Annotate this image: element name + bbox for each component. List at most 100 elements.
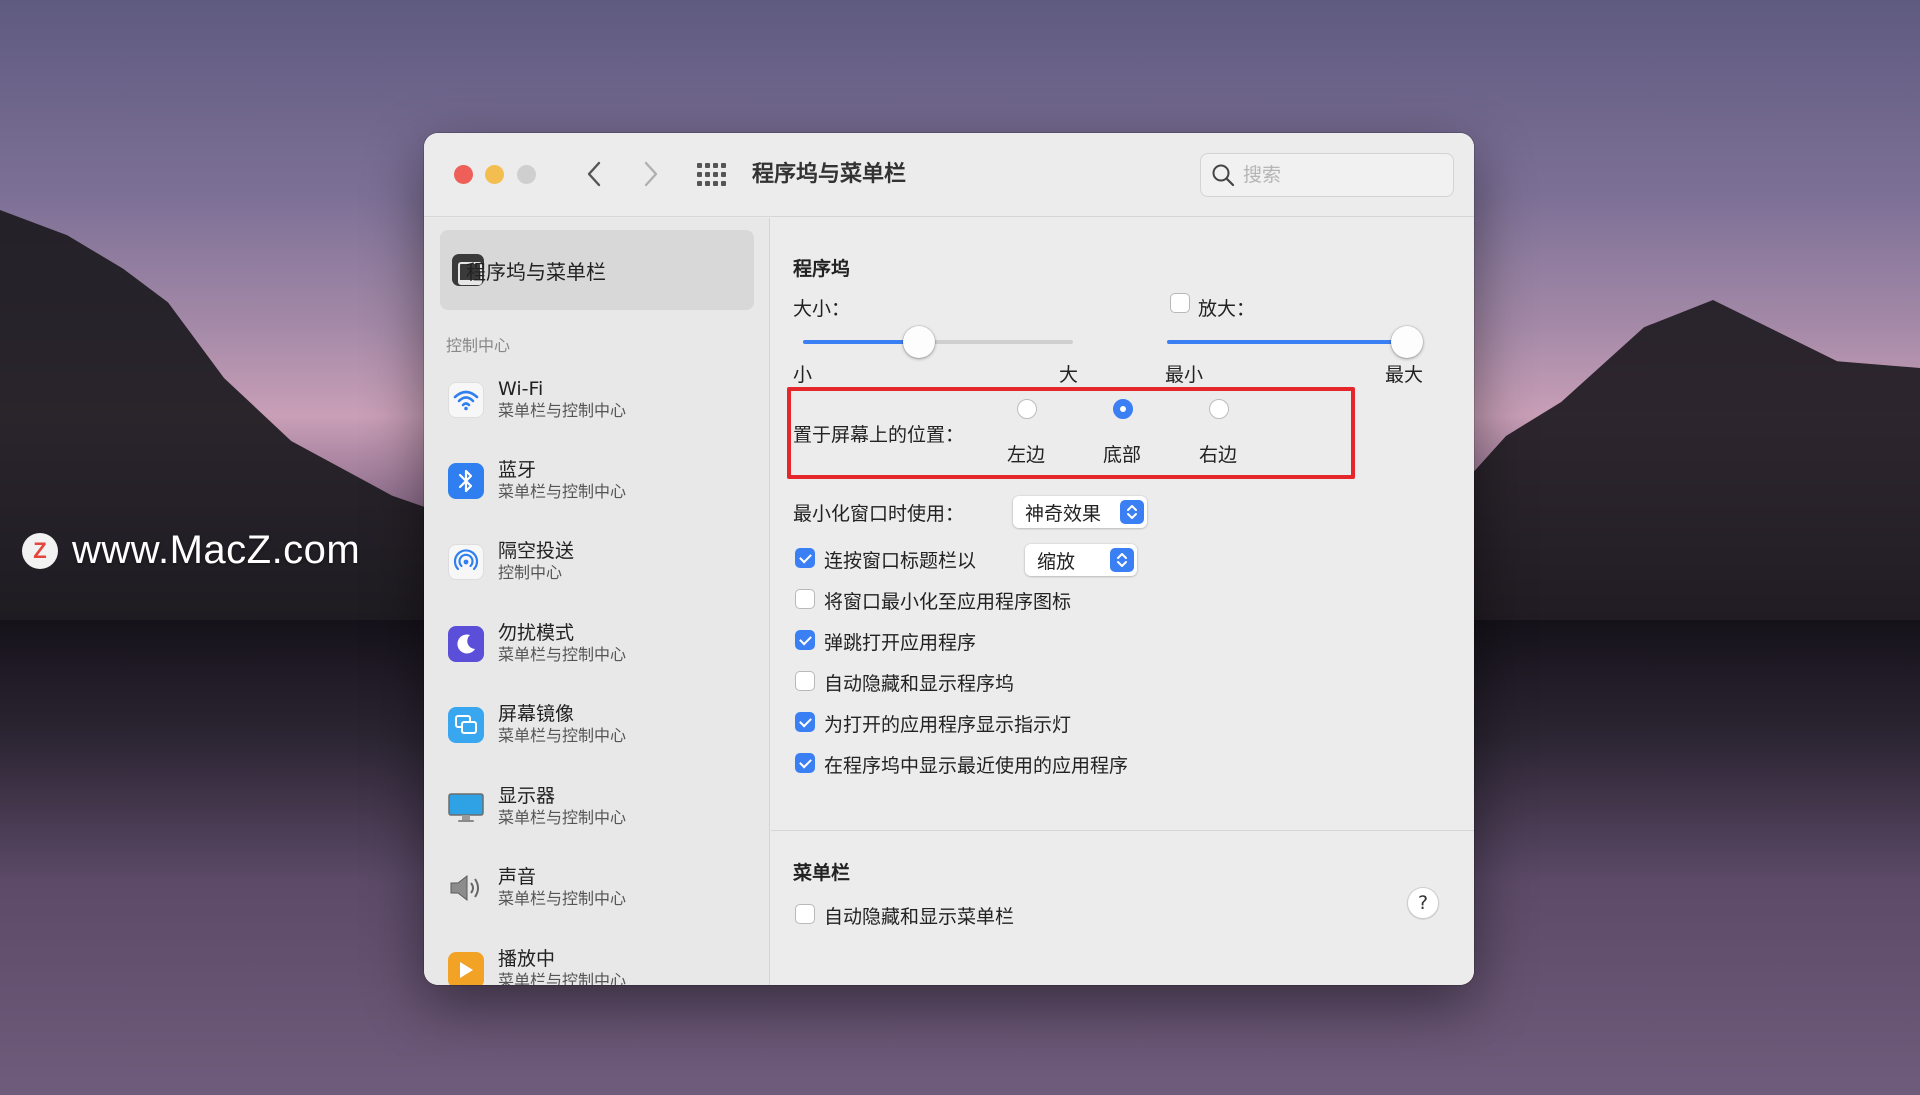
dock-section-title: 程序坞 <box>793 258 851 280</box>
updown-arrows-icon <box>1120 500 1144 524</box>
position-left-label: 左边 <box>1007 444 1046 466</box>
play-icon <box>448 952 484 985</box>
sidebar: 程序坞与菜单栏 控制中心 Wi-Fi 菜单栏与控制中心 蓝牙 菜单栏与控制中心 <box>424 218 770 985</box>
watermark: Z www.MacZ.com <box>22 528 360 573</box>
magnification-slider[interactable] <box>1167 326 1423 358</box>
double-click-label: 连按窗口标题栏以 <box>824 550 977 572</box>
auto-hide-dock-checkbox[interactable] <box>795 671 815 691</box>
magnification-min-label: 最小 <box>1165 364 1204 386</box>
size-slider-knob[interactable] <box>903 326 936 358</box>
back-button[interactable] <box>579 157 609 191</box>
watermark-logo: Z <box>22 532 58 569</box>
double-click-action-value: 缩放 <box>1037 550 1076 573</box>
sidebar-item-subtitle: 菜单栏与控制中心 <box>498 971 627 985</box>
size-slider-fill <box>803 340 920 344</box>
sidebar-item-wifi[interactable]: Wi-Fi 菜单栏与控制中心 <box>448 370 748 430</box>
sidebar-item-name: Wi-Fi <box>498 378 544 400</box>
double-click-checkbox[interactable] <box>795 548 815 568</box>
magnification-checkbox[interactable] <box>1170 293 1190 313</box>
sidebar-item-subtitle: 菜单栏与控制中心 <box>498 808 627 827</box>
size-label: 大小： <box>793 298 851 320</box>
display-icon <box>448 789 484 825</box>
speaker-icon <box>448 870 484 906</box>
animate-opening-label: 弹跳打开应用程序 <box>824 632 977 654</box>
minimize-to-app-icon-checkbox[interactable] <box>795 589 815 609</box>
auto-hide-menubar-checkbox[interactable] <box>795 904 815 924</box>
preferences-window: 程序坞与菜单栏 程序坞与菜单栏 控制中心 Wi-Fi 菜单栏与控制中心 <box>424 133 1474 985</box>
bluetooth-icon <box>448 463 484 499</box>
sidebar-item-display[interactable]: 显示器 菜单栏与控制中心 <box>448 777 748 837</box>
magnification-slider-knob[interactable] <box>1391 326 1423 358</box>
sidebar-section-control-center: 控制中心 <box>446 336 511 355</box>
show-indicators-label: 为打开的应用程序显示指示灯 <box>824 714 1072 736</box>
show-all-grid-button[interactable] <box>697 161 727 189</box>
sidebar-item-do-not-disturb[interactable]: 勿扰模式 菜单栏与控制中心 <box>448 614 748 674</box>
position-left-radio[interactable] <box>1017 399 1037 419</box>
minimize-effect-value: 神奇效果 <box>1025 502 1102 525</box>
position-bottom-radio[interactable] <box>1113 399 1133 419</box>
animate-opening-checkbox[interactable] <box>795 630 815 650</box>
sidebar-item-airdrop[interactable]: 隔空投送 控制中心 <box>448 532 748 592</box>
wifi-icon <box>448 382 484 418</box>
auto-hide-menubar-label: 自动隐藏和显示菜单栏 <box>824 906 1015 928</box>
sidebar-item-name: 屏幕镜像 <box>498 703 575 725</box>
sidebar-item-dock-menubar[interactable]: 程序坞与菜单栏 <box>440 230 754 310</box>
wallpaper-mountain-right <box>1460 300 1920 640</box>
position-right-radio[interactable] <box>1209 399 1229 419</box>
search-field[interactable] <box>1200 153 1454 197</box>
sidebar-item-subtitle: 菜单栏与控制中心 <box>498 889 627 908</box>
sidebar-item-sound[interactable]: 声音 菜单栏与控制中心 <box>448 858 748 918</box>
menubar-section-title: 菜单栏 <box>793 862 851 884</box>
magnification-label: 放大： <box>1198 298 1256 320</box>
double-click-action-popup[interactable]: 缩放 <box>1025 544 1137 576</box>
chevron-right-icon <box>644 161 658 187</box>
position-label: 置于屏幕上的位置： <box>793 424 965 446</box>
show-recent-apps-checkbox[interactable] <box>795 753 815 773</box>
airdrop-icon <box>448 544 484 580</box>
close-button[interactable] <box>454 165 473 184</box>
search-icon <box>1212 164 1235 187</box>
sidebar-item-subtitle: 控制中心 <box>498 563 563 582</box>
sidebar-item-bluetooth[interactable]: 蓝牙 菜单栏与控制中心 <box>448 451 748 511</box>
zoom-button[interactable] <box>517 165 536 184</box>
title-bar: 程序坞与菜单栏 <box>424 133 1474 217</box>
forward-button[interactable] <box>636 157 666 191</box>
sidebar-item-screen-mirroring[interactable]: 屏幕镜像 菜单栏与控制中心 <box>448 695 748 755</box>
sidebar-item-name: 播放中 <box>498 948 556 970</box>
minimize-to-app-icon-label: 将窗口最小化至应用程序图标 <box>824 591 1072 613</box>
minimize-effect-label: 最小化窗口时使用： <box>793 503 965 525</box>
minimize-button[interactable] <box>485 165 504 184</box>
help-button[interactable]: ? <box>1407 887 1439 919</box>
watermark-text: www.MacZ.com <box>72 528 361 572</box>
section-divider <box>771 830 1474 831</box>
show-indicators-checkbox[interactable] <box>795 712 815 732</box>
sidebar-item-subtitle: 菜单栏与控制中心 <box>498 726 627 745</box>
window-title: 程序坞与菜单栏 <box>752 162 907 187</box>
screen-mirror-icon <box>448 707 484 743</box>
updown-arrows-icon <box>1110 548 1134 572</box>
sidebar-item-subtitle: 菜单栏与控制中心 <box>498 482 627 501</box>
sidebar-item-name: 勿扰模式 <box>498 622 575 644</box>
size-min-label: 小 <box>793 364 813 386</box>
chevron-left-icon <box>587 161 601 187</box>
magnification-max-label: 最大 <box>1385 364 1424 386</box>
sidebar-item-label: 程序坞与菜单栏 <box>466 259 606 284</box>
sidebar-item-name: 声音 <box>498 866 537 888</box>
moon-icon <box>448 626 484 662</box>
size-slider[interactable] <box>803 326 1073 358</box>
sidebar-item-name: 蓝牙 <box>498 459 537 481</box>
show-recent-apps-label: 在程序坞中显示最近使用的应用程序 <box>824 755 1129 777</box>
sidebar-item-name: 隔空投送 <box>498 540 575 562</box>
sidebar-item-subtitle: 菜单栏与控制中心 <box>498 401 627 420</box>
size-max-label: 大 <box>1059 364 1079 386</box>
sidebar-item-name: 显示器 <box>498 785 556 807</box>
sidebar-item-subtitle: 菜单栏与控制中心 <box>498 645 627 664</box>
auto-hide-dock-label: 自动隐藏和显示程序坞 <box>824 673 1015 695</box>
magnification-slider-fill <box>1167 340 1407 344</box>
position-bottom-label: 底部 <box>1103 444 1142 466</box>
sidebar-item-now-playing[interactable]: 播放中 菜单栏与控制中心 <box>448 940 748 985</box>
position-right-label: 右边 <box>1199 444 1238 466</box>
settings-pane: 程序坞 大小： 小 大 放大： 最小 最大 置于屏幕上的位置： 左边 底部 右边… <box>771 218 1474 985</box>
minimize-effect-popup[interactable]: 神奇效果 <box>1013 496 1147 528</box>
search-input[interactable] <box>1243 164 1443 186</box>
